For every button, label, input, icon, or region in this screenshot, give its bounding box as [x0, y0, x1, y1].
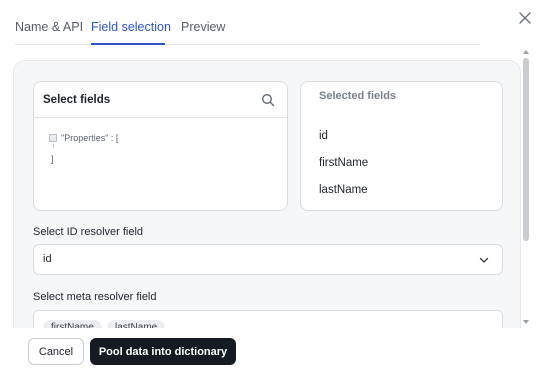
selected-field-item: firstName	[319, 157, 369, 169]
id-resolver-value: id	[43, 253, 52, 265]
scrollbar-thumb[interactable]	[523, 58, 529, 241]
selected-fields-title: Selected fields	[319, 90, 397, 102]
tab-preview[interactable]: Preview	[181, 20, 225, 34]
tab-name-api[interactable]: Name & API	[15, 20, 83, 34]
tab-field-selection[interactable]: Field selection	[91, 20, 171, 34]
selected-fields-panel: Selected fields id firstName lastName	[300, 81, 503, 211]
id-resolver-select[interactable]: id	[33, 244, 503, 275]
meta-chip[interactable]: lastName	[107, 320, 166, 328]
tree-node-label: "Properties" : [	[61, 133, 119, 143]
selected-field-item: id	[319, 130, 328, 142]
select-fields-panel: Select fields "Properties" : [ ]	[33, 81, 288, 211]
scroll-up-arrow-icon[interactable]	[523, 50, 529, 54]
vertical-scrollbar[interactable]	[522, 50, 530, 328]
form-scroll-area: Select fields "Properties" : [ ] Selecte…	[13, 60, 521, 328]
close-icon	[519, 12, 531, 24]
tree-close-bracket: ]	[51, 154, 54, 164]
tree-node-properties[interactable]: "Properties" : [	[49, 132, 287, 144]
meta-resolver-select[interactable]: firstName lastName	[33, 310, 503, 328]
active-tab-indicator	[91, 43, 165, 45]
dialog-footer: Cancel Pool data into dictionary	[0, 328, 544, 374]
chevron-down-icon	[479, 257, 489, 263]
field-tree: "Properties" : [ ]	[34, 118, 287, 164]
tree-checkbox[interactable]	[49, 134, 57, 142]
meta-resolver-label: Select meta resolver field	[33, 291, 157, 303]
selected-field-item: lastName	[319, 184, 368, 196]
tab-bar: Name & API Field selection Preview	[15, 0, 480, 45]
select-fields-header: Select fields	[34, 82, 287, 118]
scroll-down-arrow-icon[interactable]	[523, 320, 529, 324]
meta-chip[interactable]: firstName	[43, 320, 102, 328]
search-icon[interactable]	[261, 93, 275, 107]
select-fields-title: Select fields	[43, 93, 111, 106]
id-resolver-label: Select ID resolver field	[33, 226, 144, 238]
tree-connector	[53, 144, 54, 148]
field-selection-dialog: Name & API Field selection Preview Selec…	[0, 0, 544, 374]
close-button[interactable]	[516, 9, 534, 27]
cancel-button[interactable]: Cancel	[28, 338, 84, 365]
pool-data-button[interactable]: Pool data into dictionary	[90, 338, 236, 365]
